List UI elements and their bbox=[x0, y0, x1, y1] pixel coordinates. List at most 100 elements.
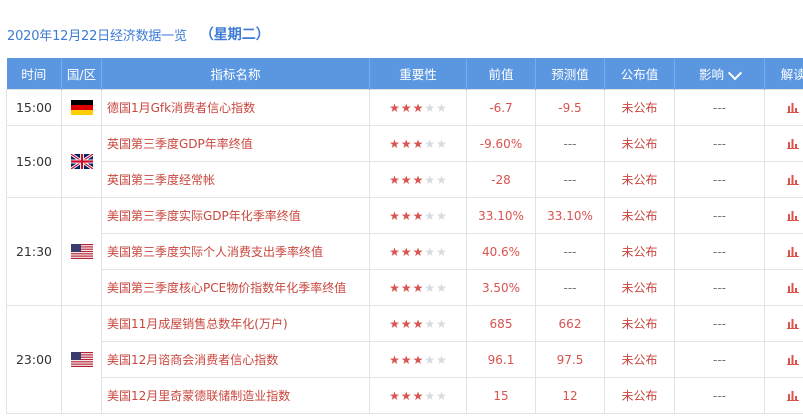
forecast-value: --- bbox=[535, 269, 605, 306]
importance-stars: ★ ★ ★ ★ ★ bbox=[389, 246, 447, 258]
region-cell bbox=[61, 125, 102, 198]
analysis-cell[interactable] bbox=[764, 341, 803, 378]
indicator-name[interactable]: 美国第三季度实际个人消费支出季率终值 bbox=[101, 233, 370, 270]
star-icon: ★ bbox=[412, 208, 424, 223]
analysis-cell[interactable] bbox=[764, 161, 803, 198]
influence-value: --- bbox=[674, 377, 765, 414]
actual-value: 未公布 bbox=[604, 197, 675, 234]
bar-chart-icon[interactable] bbox=[787, 103, 799, 113]
star-icon: ★ bbox=[400, 172, 412, 187]
importance-cell: ★ ★ ★ ★ ★ bbox=[369, 125, 467, 162]
importance-stars: ★ ★ ★ ★ ★ bbox=[389, 318, 447, 330]
star-icon: ★ bbox=[400, 100, 412, 115]
star-icon: ★ bbox=[436, 388, 447, 403]
forecast-value: 662 bbox=[535, 305, 605, 342]
table-row[interactable]: 美国12月里奇蒙德联储制造业指数 ★ ★ ★ ★ ★ 15 12 未公布 --- bbox=[7, 377, 803, 414]
importance-cell: ★ ★ ★ ★ ★ bbox=[369, 305, 467, 342]
star-icon: ★ bbox=[424, 352, 436, 367]
star-icon: ★ bbox=[424, 208, 436, 223]
bar-chart-icon[interactable] bbox=[787, 139, 799, 149]
indicator-name[interactable]: 德国1月Gfk消费者信心指数 bbox=[101, 89, 370, 126]
col-header-forecast: 预测值 bbox=[535, 58, 605, 90]
bar-chart-icon[interactable] bbox=[787, 175, 799, 185]
star-icon: ★ bbox=[436, 280, 447, 295]
chevron-down-icon[interactable] bbox=[727, 65, 743, 80]
analysis-cell[interactable] bbox=[764, 233, 803, 270]
star-icon: ★ bbox=[436, 172, 447, 187]
forecast-value: 12 bbox=[535, 377, 605, 414]
table-row[interactable]: 美国12月谘商会消费者信心指数 ★ ★ ★ ★ ★ 96.1 97.5 未公布 --- bbox=[7, 341, 803, 378]
star-icon: ★ bbox=[389, 280, 400, 295]
analysis-cell[interactable] bbox=[764, 125, 803, 162]
actual-value: 未公布 bbox=[604, 125, 675, 162]
analysis-cell[interactable] bbox=[764, 377, 803, 414]
us-flag-icon bbox=[70, 352, 93, 367]
importance-cell: ★ ★ ★ ★ ★ bbox=[369, 89, 467, 126]
star-icon: ★ bbox=[389, 316, 400, 331]
star-icon: ★ bbox=[412, 280, 424, 295]
importance-cell: ★ ★ ★ ★ ★ bbox=[369, 233, 467, 270]
indicator-name[interactable]: 美国12月谘商会消费者信心指数 bbox=[101, 341, 370, 378]
star-icon: ★ bbox=[389, 244, 400, 259]
region-cell bbox=[61, 89, 102, 126]
importance-stars: ★ ★ ★ ★ ★ bbox=[389, 174, 447, 186]
table-row[interactable]: 15:00 英国第三季度GDP年率终值 ★ ★ ★ ★ ★ -9.60% --- 未公布 --- bbox=[6, 125, 803, 198]
actual-value: 未公布 bbox=[604, 305, 675, 342]
influence-value: --- bbox=[674, 197, 765, 234]
forecast-value: -9.5 bbox=[535, 89, 605, 126]
col-header-previous: 前值 bbox=[466, 58, 536, 90]
table-row[interactable]: 美国第三季度实际个人消费支出季率终值 ★ ★ ★ ★ ★ 40.6% --- 未公布 --- bbox=[7, 233, 803, 270]
influence-value: --- bbox=[674, 341, 765, 378]
indicator-name[interactable]: 美国11月成屋销售总数年化(万户) bbox=[101, 305, 370, 342]
table-row[interactable]: 23:00 美国11月成屋销售总数年化(万户) ★ ★ ★ ★ ★ 685 662 未公布 --- bbox=[6, 305, 803, 414]
influence-value: --- bbox=[674, 269, 765, 306]
col-header-influence[interactable]: 影响 bbox=[674, 58, 765, 90]
forecast-value: 97.5 bbox=[535, 341, 605, 378]
table-row[interactable]: 美国第三季度核心PCE物价指数年化季率终值 ★ ★ ★ ★ ★ 3.50% --- 未公布 --- bbox=[7, 269, 803, 306]
analysis-cell[interactable] bbox=[764, 269, 803, 306]
analysis-cell[interactable] bbox=[764, 305, 803, 342]
bar-chart-icon[interactable] bbox=[787, 391, 799, 401]
indicator-name[interactable]: 美国第三季度核心PCE物价指数年化季率终值 bbox=[101, 269, 370, 306]
col-header-time: 时间 bbox=[6, 58, 62, 90]
star-icon: ★ bbox=[389, 352, 400, 367]
previous-value: -9.60% bbox=[466, 125, 536, 162]
economic-calendar-table: 时间 国/区 指标名称 重要性 前值 预测值 公布值 影响 解读 15:00 德国… bbox=[6, 58, 803, 414]
bar-chart-icon[interactable] bbox=[787, 283, 799, 293]
indicator-name[interactable]: 美国12月里奇蒙德联储制造业指数 bbox=[101, 377, 370, 414]
importance-cell: ★ ★ ★ ★ ★ bbox=[369, 197, 467, 234]
table-row[interactable]: 15:00 德国1月Gfk消费者信心指数 ★ ★ ★ ★ ★ -6.7 -9.5 未公布 --- bbox=[6, 89, 803, 126]
time-cell: 23:00 bbox=[6, 305, 62, 414]
table-header-row: 时间 国/区 指标名称 重要性 前值 预测值 公布值 影响 解读 bbox=[6, 58, 803, 90]
importance-cell: ★ ★ ★ ★ ★ bbox=[369, 269, 467, 306]
bar-chart-icon[interactable] bbox=[787, 247, 799, 257]
page-header: 2020年12月22日经济数据一览 （星期二） bbox=[7, 22, 270, 46]
bar-chart-icon[interactable] bbox=[787, 355, 799, 365]
influence-value: --- bbox=[674, 305, 765, 342]
indicator-name[interactable]: 英国第三季度经常帐 bbox=[101, 161, 370, 198]
star-icon: ★ bbox=[400, 208, 412, 223]
star-icon: ★ bbox=[436, 208, 447, 223]
importance-cell: ★ ★ ★ ★ ★ bbox=[369, 341, 467, 378]
previous-value: 40.6% bbox=[466, 233, 536, 270]
forecast-value: --- bbox=[535, 233, 605, 270]
influence-value: --- bbox=[674, 161, 765, 198]
star-icon: ★ bbox=[400, 388, 412, 403]
importance-stars: ★ ★ ★ ★ ★ bbox=[389, 210, 447, 222]
star-icon: ★ bbox=[436, 100, 447, 115]
previous-value: -6.7 bbox=[466, 89, 536, 126]
actual-value: 未公布 bbox=[604, 89, 675, 126]
influence-value: --- bbox=[674, 125, 765, 162]
star-icon: ★ bbox=[389, 100, 400, 115]
bar-chart-icon[interactable] bbox=[787, 211, 799, 221]
bar-chart-icon[interactable] bbox=[787, 319, 799, 329]
indicator-name[interactable]: 美国第三季度实际GDP年化季率终值 bbox=[101, 197, 370, 234]
analysis-cell[interactable] bbox=[764, 197, 803, 234]
star-icon: ★ bbox=[389, 388, 400, 403]
analysis-cell[interactable] bbox=[764, 89, 803, 126]
actual-value: 未公布 bbox=[604, 269, 675, 306]
importance-stars: ★ ★ ★ ★ ★ bbox=[389, 102, 447, 114]
table-row[interactable]: 英国第三季度经常帐 ★ ★ ★ ★ ★ -28 --- 未公布 --- bbox=[7, 161, 803, 198]
indicator-name[interactable]: 英国第三季度GDP年率终值 bbox=[101, 125, 370, 162]
table-row[interactable]: 21:30 美国第三季度实际GDP年化季率终值 ★ ★ ★ ★ ★ 33.10% 33.10% 未… bbox=[6, 197, 803, 306]
